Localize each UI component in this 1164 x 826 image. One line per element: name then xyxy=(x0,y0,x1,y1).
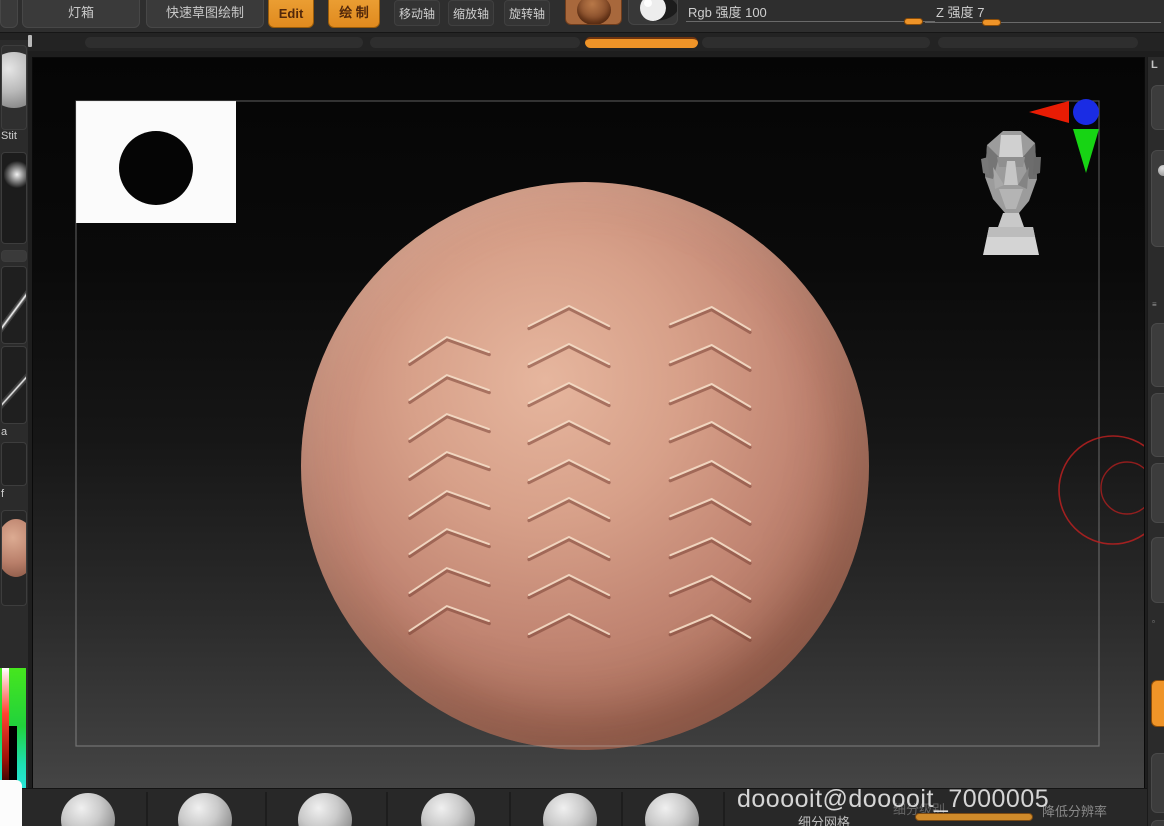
stroke-name-label: a xyxy=(1,426,8,438)
material-thumbnail[interactable] xyxy=(1,510,27,606)
lightbox-button[interactable]: 灯箱 xyxy=(22,0,140,28)
brush-preview-sphere[interactable] xyxy=(61,793,115,826)
camera-head-gizmo[interactable] xyxy=(981,131,1041,255)
subdivision-level-slider[interactable] xyxy=(915,813,1033,821)
brush-thumbnail-2[interactable] xyxy=(1,152,27,244)
document-canvas[interactable] xyxy=(32,57,1145,790)
strip-active-segment[interactable] xyxy=(585,37,698,48)
rgb-intensity-label: Rgb 强度 100 xyxy=(688,5,767,20)
draw-label: 绘 制 xyxy=(339,5,369,20)
color-picker-side-bar[interactable] xyxy=(2,668,9,797)
rotate-button[interactable]: 旋转轴 xyxy=(504,0,550,26)
z-intensity-value: 7 xyxy=(977,5,985,20)
quicksketch-label: 快速草图绘制 xyxy=(165,5,244,20)
rgb-intensity-value: 100 xyxy=(745,5,767,20)
stroke-line-icon xyxy=(2,290,26,333)
switch-color-swatch[interactable] xyxy=(0,780,22,826)
sphere-preview-icon xyxy=(1158,165,1164,176)
brush-preview-sphere[interactable] xyxy=(178,793,232,826)
right-tray-button[interactable] xyxy=(1151,820,1164,826)
stroke-line-icon xyxy=(2,373,26,410)
tray-cell-divider xyxy=(723,792,725,826)
right-tray-button[interactable] xyxy=(1151,463,1164,523)
right-tray-button[interactable] xyxy=(1151,85,1164,130)
brush-name-label: Stit xyxy=(1,130,17,142)
right-tray-button[interactable] xyxy=(1151,393,1164,457)
right-tray-button[interactable] xyxy=(1151,150,1164,247)
right-tray-glyph-icon: ▫ xyxy=(1152,617,1155,626)
lower-resolution-button[interactable]: 降低分辨率 xyxy=(1042,801,1107,820)
scale-button[interactable]: 缩放轴 xyxy=(448,0,494,26)
move-label: 移动轴 xyxy=(398,6,435,21)
brush-dot-icon xyxy=(4,161,26,191)
strip-segment xyxy=(938,37,1138,48)
alpha-thumbnail[interactable] xyxy=(1,442,27,486)
scale-label: 缩放轴 xyxy=(452,6,489,21)
brush-preview-sphere[interactable] xyxy=(543,793,597,826)
material-sphere-icon xyxy=(2,519,26,577)
current-tool-button[interactable] xyxy=(565,0,622,25)
rgb-intensity-handle[interactable] xyxy=(904,18,923,25)
rotate-label: 旋转轴 xyxy=(508,6,545,21)
material-ball-icon xyxy=(640,0,678,21)
right-tray-glyph-icon: ≡ xyxy=(1152,300,1157,309)
alpha-name-label: f xyxy=(1,488,5,500)
brush-cursor xyxy=(1058,435,1144,545)
zbrush-app-window: 灯箱 快速草图绘制 Edit 绘 制 移动轴 缩放轴 旋转轴 Rgb 强度 10… xyxy=(0,0,1164,826)
tray-cell-divider xyxy=(265,792,267,826)
sculpt-sphere-model[interactable] xyxy=(301,182,869,750)
axis-x-arrow-icon[interactable] xyxy=(1029,101,1069,123)
rgb-intensity-track[interactable] xyxy=(686,21,935,22)
right-tray-button[interactable] xyxy=(1151,753,1164,813)
canvas-scroll-strip[interactable] xyxy=(0,32,1164,51)
stroke-thumbnail-2[interactable] xyxy=(1,346,27,424)
axis-y-arrow-icon[interactable] xyxy=(1073,129,1099,173)
strip-cursor-tick xyxy=(28,35,32,47)
alpha-preview-tile xyxy=(76,101,236,223)
tray-cell-divider xyxy=(621,792,623,826)
watermark-text: dooooit@dooooit_7000005 xyxy=(737,785,1050,813)
right-tray-active-button[interactable] xyxy=(1151,680,1164,727)
move-button[interactable]: 移动轴 xyxy=(394,0,440,26)
tray-cell-divider xyxy=(386,792,388,826)
tool-sphere-icon xyxy=(577,0,611,24)
brush-thumbnail[interactable] xyxy=(1,45,27,130)
z-intensity-handle[interactable] xyxy=(982,19,1001,26)
left-tray: Stit a f xyxy=(0,40,28,826)
draw-button[interactable]: 绘 制 xyxy=(328,0,380,28)
brush-preview-sphere[interactable] xyxy=(298,793,352,826)
tray-divider xyxy=(1,250,27,262)
tray-cell-divider xyxy=(509,792,511,826)
strip-segment xyxy=(370,37,580,48)
z-intensity-track[interactable] xyxy=(925,22,1161,23)
edit-button[interactable]: Edit xyxy=(268,0,314,28)
clipped-shelf-button[interactable] xyxy=(0,0,18,28)
right-panel-letter: L xyxy=(1151,59,1158,71)
strip-segment xyxy=(85,37,363,48)
alpha-black-circle xyxy=(119,131,193,205)
edit-label: Edit xyxy=(278,6,304,21)
brush-sphere-icon xyxy=(2,52,26,108)
lightbox-label: 灯箱 xyxy=(67,5,94,20)
z-intensity-label: Z 强度 7 xyxy=(936,5,985,20)
strip-segment xyxy=(702,37,930,48)
right-tray-button[interactable] xyxy=(1151,323,1164,387)
color-picker[interactable] xyxy=(0,668,26,797)
top-shelf: 灯箱 快速草图绘制 Edit 绘 制 移动轴 缩放轴 旋转轴 Rgb 强度 10… xyxy=(0,0,1164,32)
stroke-thumbnail[interactable] xyxy=(1,266,27,344)
divide-mesh-button[interactable]: 细分网格 xyxy=(798,812,850,826)
right-tray-button[interactable] xyxy=(1151,537,1164,603)
brush-preview-sphere[interactable] xyxy=(645,793,699,826)
current-material-button[interactable] xyxy=(628,0,678,25)
right-tray: L ≡ ▫ xyxy=(1147,57,1164,826)
axis-z-dot-icon[interactable] xyxy=(1073,99,1099,125)
tray-cell-divider xyxy=(146,792,148,826)
brush-preview-sphere[interactable] xyxy=(421,793,475,826)
quicksketch-button[interactable]: 快速草图绘制 xyxy=(146,0,264,28)
